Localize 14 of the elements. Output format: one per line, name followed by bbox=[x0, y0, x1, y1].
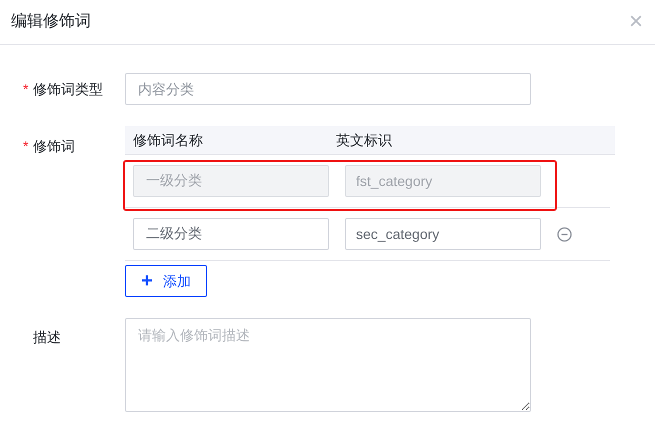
column-header: 英文标识 bbox=[336, 130, 392, 150]
field-label: 描述 bbox=[33, 328, 61, 347]
remove-icon[interactable] bbox=[557, 226, 572, 242]
dialog-title: 编辑修饰词 bbox=[11, 12, 91, 32]
key-field[interactable]: sec_category bbox=[345, 218, 541, 250]
required-asterisk: * bbox=[23, 138, 28, 154]
description-field[interactable]: 请输入修饰词描述 bbox=[125, 318, 531, 412]
column-header: 修饰词名称 bbox=[132, 130, 204, 150]
name-field[interactable]: 二级分类 bbox=[133, 218, 329, 250]
field-label: 修饰词 bbox=[33, 137, 75, 156]
input-field[interactable]: 内容分类 bbox=[125, 73, 531, 105]
field-label: 修饰词类型 bbox=[33, 80, 103, 98]
required-asterisk: * bbox=[23, 80, 28, 96]
add-button[interactable]: + 添加 bbox=[125, 265, 207, 297]
